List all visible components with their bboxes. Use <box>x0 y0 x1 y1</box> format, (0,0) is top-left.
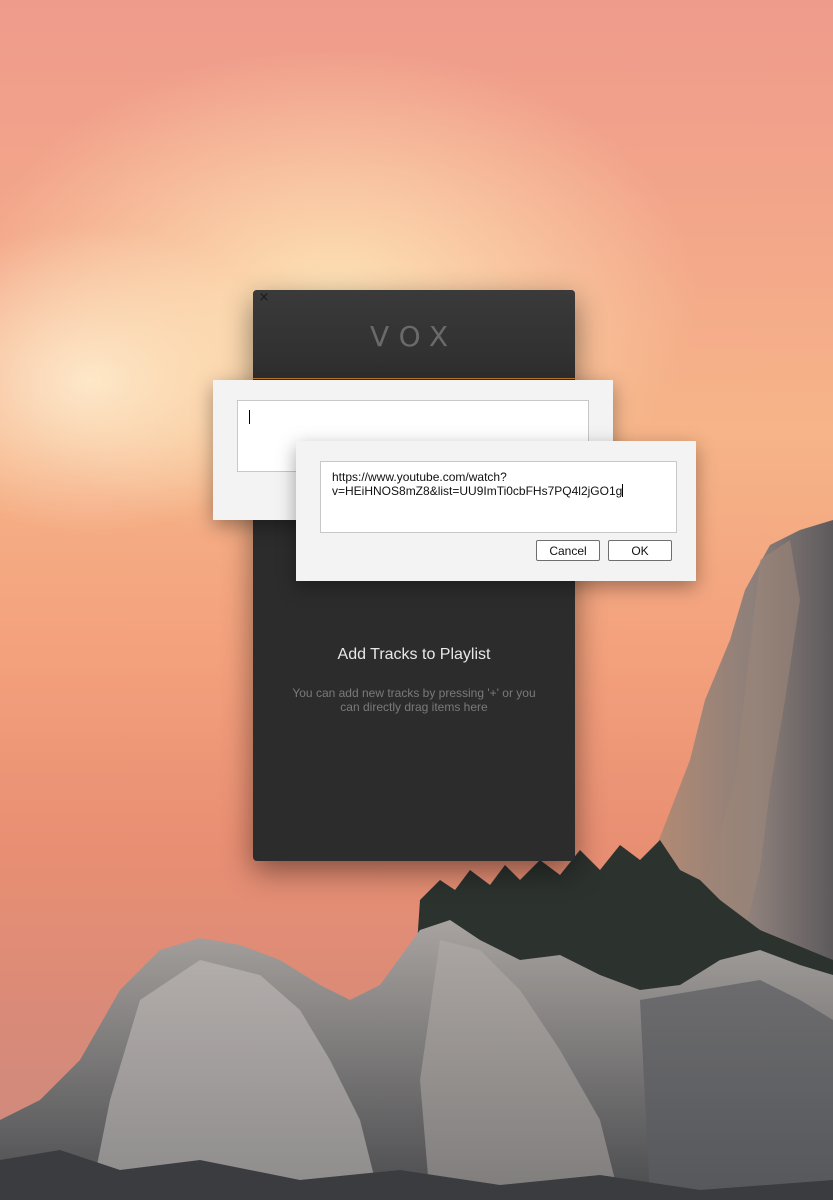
close-icon[interactable]: × <box>258 291 270 304</box>
empty-state-title: Add Tracks to Playlist <box>337 646 491 663</box>
cancel-button[interactable]: Cancel <box>536 540 600 561</box>
url-text-line-2-value: v=HEiHNOS8mZ8&list=UU9ImTi0cbFHs7PQ4l2jG… <box>332 484 623 498</box>
url-text-line-2: v=HEiHNOS8mZ8&list=UU9ImTi0cbFHs7PQ4l2jG… <box>332 484 670 498</box>
titlebar: × VOX <box>253 290 575 379</box>
url-input[interactable]: https://www.youtube.com/watch? v=HEiHNOS… <box>320 461 677 533</box>
ok-button[interactable]: OK <box>608 540 672 561</box>
text-caret <box>622 484 624 497</box>
url-text-line-1: https://www.youtube.com/watch? <box>332 470 507 484</box>
app-logo: VOX <box>369 320 459 353</box>
add-url-dialog: https://www.youtube.com/watch? v=HEiHNOS… <box>296 441 696 581</box>
empty-state-description: You can add new tracks by pressing '+' o… <box>292 686 536 714</box>
text-caret <box>249 410 250 424</box>
